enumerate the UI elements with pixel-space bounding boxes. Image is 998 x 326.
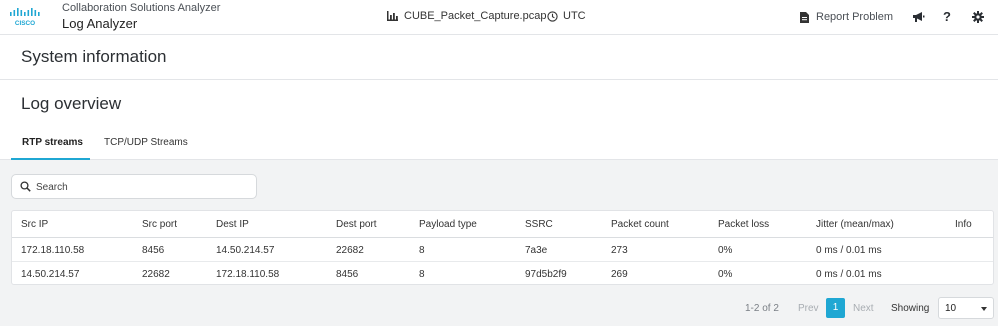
system-information-section[interactable]: System information <box>0 35 998 80</box>
cell-packet-loss: 0% <box>718 269 733 280</box>
prev-page-button[interactable]: Prev <box>798 303 819 314</box>
cell-jitter: 0 ms / 0.01 ms <box>816 269 882 280</box>
table-header: Src IP Src port Dest IP Dest port Payloa… <box>12 211 993 238</box>
log-overview-title: Log overview <box>21 94 122 113</box>
pagination-range: 1-2 of 2 <box>745 303 779 314</box>
cell-packet-count: 273 <box>611 245 628 256</box>
page-button-current[interactable]: 1 <box>826 298 845 318</box>
tab-tcp-udp-streams[interactable]: TCP/UDP Streams <box>104 137 188 148</box>
column-header-dest-ip[interactable]: Dest IP <box>216 219 249 230</box>
cell-ssrc: 97d5b2f9 <box>525 269 567 280</box>
app-header: CISCO Collaboration Solutions Analyzer L… <box>0 0 998 35</box>
caret-down-icon <box>981 307 987 311</box>
column-header-jitter[interactable]: Jitter (mean/max) <box>816 219 894 230</box>
column-header-ssrc[interactable]: SSRC <box>525 219 553 230</box>
cell-dest-ip: 14.50.214.57 <box>216 245 275 256</box>
cell-ssrc: 7a3e <box>525 245 548 256</box>
showing-label: Showing <box>891 303 930 314</box>
document-icon <box>800 11 809 23</box>
megaphone-icon[interactable] <box>912 11 925 23</box>
app-name: Collaboration Solutions Analyzer <box>62 2 221 14</box>
column-header-src-ip[interactable]: Src IP <box>21 219 48 230</box>
system-information-title: System information <box>21 47 167 66</box>
column-header-info[interactable]: Info <box>955 219 972 230</box>
gear-icon[interactable] <box>972 11 984 23</box>
app-subtitle: Log Analyzer <box>62 16 138 31</box>
clock-icon <box>547 10 558 22</box>
cell-dest-ip: 172.18.110.58 <box>216 269 280 280</box>
search-box[interactable] <box>11 174 257 199</box>
cisco-logo: CISCO <box>10 8 40 27</box>
column-header-packet-count[interactable]: Packet count <box>611 219 669 230</box>
cell-src-port: 22682 <box>142 269 170 280</box>
column-header-payload-type[interactable]: Payload type <box>419 219 477 230</box>
report-problem-button[interactable]: Report Problem <box>800 11 893 23</box>
table-row[interactable]: 172.18.110.58 8456 14.50.214.57 22682 8 … <box>12 238 993 262</box>
overview-tabs: RTP streams TCP/UDP Streams <box>0 131 998 160</box>
next-page-button[interactable]: Next <box>853 303 874 314</box>
timezone-indicator[interactable]: UTC <box>547 10 586 22</box>
file-name: CUBE_Packet_Capture.pcap <box>404 10 547 22</box>
page-size-value: 10 <box>945 303 957 314</box>
column-header-dest-port[interactable]: Dest port <box>336 219 377 230</box>
cell-jitter: 0 ms / 0.01 ms <box>816 245 882 256</box>
column-header-src-port[interactable]: Src port <box>142 219 177 230</box>
file-indicator[interactable]: CUBE_Packet_Capture.pcap <box>387 10 546 22</box>
cell-packet-count: 269 <box>611 269 628 280</box>
column-header-packet-loss[interactable]: Packet loss <box>718 219 769 230</box>
table-row[interactable]: 14.50.214.57 22682 172.18.110.58 8456 8 … <box>12 262 993 286</box>
cell-packet-loss: 0% <box>718 245 733 256</box>
help-icon[interactable]: ? <box>943 9 951 24</box>
page-size-select[interactable]: 10 <box>938 297 994 319</box>
cell-payload-type: 8 <box>419 245 425 256</box>
tab-rtp-streams[interactable]: RTP streams <box>22 137 83 148</box>
cell-payload-type: 8 <box>419 269 425 280</box>
cell-dest-port: 22682 <box>336 245 364 256</box>
cell-dest-port: 8456 <box>336 269 359 280</box>
cell-src-ip: 14.50.214.57 <box>21 269 80 280</box>
cell-src-port: 8456 <box>142 245 165 256</box>
search-input[interactable] <box>36 178 246 196</box>
cell-src-ip: 172.18.110.58 <box>21 245 85 256</box>
cisco-wordmark: CISCO <box>15 20 35 27</box>
timezone-label: UTC <box>563 10 586 22</box>
report-problem-label: Report Problem <box>816 11 894 23</box>
bar-chart-icon <box>387 11 398 21</box>
search-icon <box>20 181 31 192</box>
rtp-streams-table: Src IP Src port Dest IP Dest port Payloa… <box>11 210 994 285</box>
